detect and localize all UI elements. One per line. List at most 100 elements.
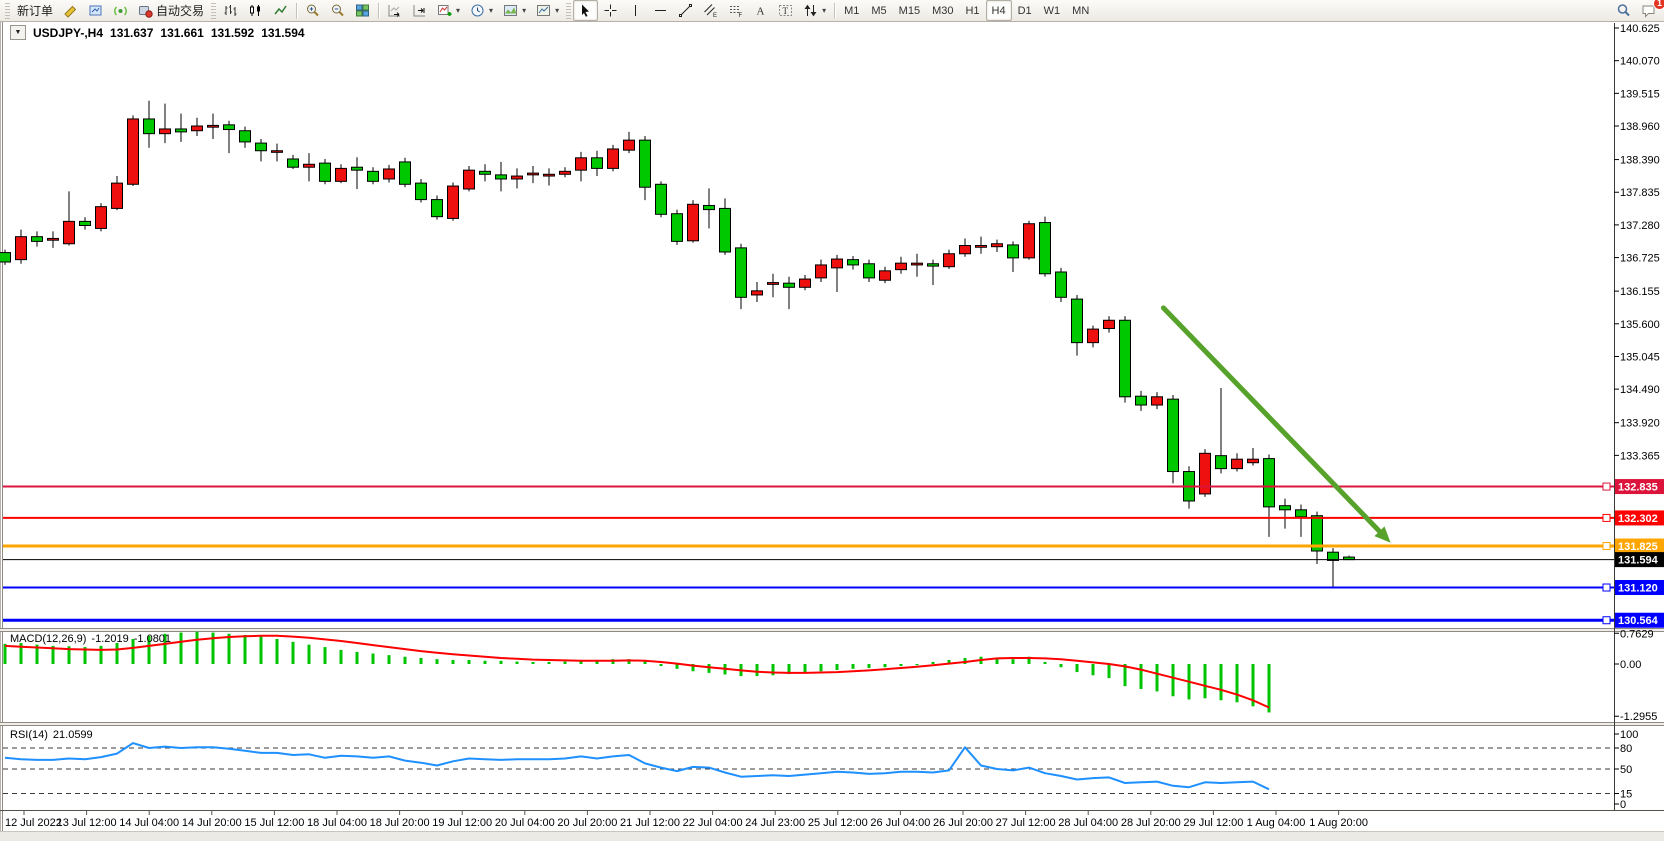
periods-button[interactable]: ▾ xyxy=(465,0,498,21)
hline-anchor[interactable] xyxy=(1603,514,1610,521)
candle xyxy=(176,129,187,132)
cursor-tool-button[interactable] xyxy=(573,0,598,21)
blue-chart-window-icon xyxy=(88,3,103,18)
text-label-icon: T xyxy=(778,3,793,18)
svg-text:18 Jul 04:00: 18 Jul 04:00 xyxy=(307,817,367,829)
rsi-name: RSI(14) xyxy=(10,729,48,741)
svg-text:137.280: 137.280 xyxy=(1620,220,1660,232)
candle xyxy=(512,176,523,179)
search-button[interactable] xyxy=(1611,0,1636,21)
cursor-arrow-icon xyxy=(578,3,593,18)
candle xyxy=(304,164,315,167)
vertical-line-tool-button[interactable] xyxy=(623,0,648,21)
candle xyxy=(352,167,363,170)
chart-shift-button[interactable] xyxy=(407,0,432,21)
chevron-down-icon: ▾ xyxy=(522,6,526,15)
vertical-line-icon xyxy=(628,3,643,18)
timeframe-m1-button[interactable]: M1 xyxy=(838,0,865,21)
notification-count-badge: 1 xyxy=(1653,0,1664,10)
svg-text:T: T xyxy=(783,6,789,16)
zoom-out-button[interactable] xyxy=(325,0,350,21)
horizontal-line-tool-button[interactable] xyxy=(648,0,673,21)
fibonacci-tool-button[interactable]: F xyxy=(723,0,748,21)
candle xyxy=(1072,299,1083,343)
hline-anchor[interactable] xyxy=(1603,617,1610,624)
trendline-tool-button[interactable] xyxy=(673,0,698,21)
candle xyxy=(224,125,235,130)
market-depth-button[interactable] xyxy=(83,0,108,21)
candle xyxy=(1056,272,1067,297)
candle xyxy=(144,119,155,134)
zoom-in-button[interactable] xyxy=(300,0,325,21)
svg-text:135.600: 135.600 xyxy=(1620,319,1660,331)
timeframe-h4-button[interactable]: H4 xyxy=(986,0,1012,21)
candle xyxy=(272,151,283,153)
equidistant-channel-tool-button[interactable]: E xyxy=(698,0,723,21)
candle xyxy=(1152,397,1163,405)
metaeditor-button[interactable] xyxy=(58,0,83,21)
candle xyxy=(1280,506,1291,510)
tile-windows-button[interactable] xyxy=(350,0,375,21)
timeframe-w1-button[interactable]: W1 xyxy=(1038,0,1067,21)
svg-text:20 Jul 04:00: 20 Jul 04:00 xyxy=(495,817,555,829)
notifications-button[interactable]: 1 xyxy=(1636,0,1661,21)
candle xyxy=(832,259,843,268)
line-chart-button[interactable] xyxy=(268,0,293,21)
clock-icon xyxy=(470,3,485,18)
crosshair-icon xyxy=(603,3,618,18)
template-picture-icon xyxy=(503,3,518,18)
text-tool-button[interactable]: A xyxy=(748,0,773,21)
hline-anchor[interactable] xyxy=(1603,543,1610,550)
templates-button[interactable]: ▾ xyxy=(498,0,531,21)
timeframe-m15-button[interactable]: M15 xyxy=(893,0,926,21)
arrows-tool-button[interactable]: ▾ xyxy=(798,0,831,21)
svg-text:27 Jul 12:00: 27 Jul 12:00 xyxy=(996,817,1056,829)
bar-chart-button[interactable] xyxy=(218,0,243,21)
timeframe-h1-button[interactable]: H1 xyxy=(959,0,985,21)
new-order-button[interactable]: 新订单 xyxy=(12,0,58,21)
hline-anchor[interactable] xyxy=(1603,584,1610,591)
toolbar-separator xyxy=(296,3,297,19)
chart-canvas[interactable]: 10080501500.76290.00-1.2955140.625140.07… xyxy=(0,0,1664,841)
candle xyxy=(928,264,939,266)
chevron-down-icon: ▾ xyxy=(822,6,826,15)
candle xyxy=(736,248,747,297)
candle xyxy=(336,168,347,181)
candle xyxy=(816,265,827,278)
one-click-trading-toggle[interactable]: ▼ xyxy=(10,25,26,40)
toolbar-grip xyxy=(566,3,571,19)
candlestick-chart-button[interactable] xyxy=(243,0,268,21)
candle xyxy=(80,221,91,225)
candle xyxy=(1296,510,1307,517)
profiles-button[interactable]: ▾ xyxy=(531,0,564,21)
open-value: 131.637 xyxy=(110,26,153,40)
candle xyxy=(560,171,571,174)
candle xyxy=(800,279,811,287)
svg-text:14 Jul 04:00: 14 Jul 04:00 xyxy=(119,817,179,829)
timeframe-m5-button[interactable]: M5 xyxy=(865,0,892,21)
auto-scroll-button[interactable] xyxy=(382,0,407,21)
search-icon xyxy=(1616,3,1631,18)
candle xyxy=(1232,459,1243,468)
signals-button[interactable] xyxy=(108,0,133,21)
auto-trading-button[interactable]: 自动交易 xyxy=(133,0,209,21)
svg-text:133.365: 133.365 xyxy=(1620,450,1660,462)
text-label-tool-button[interactable]: T xyxy=(773,0,798,21)
arrows-icon xyxy=(803,3,818,18)
candle xyxy=(1120,320,1131,397)
candle xyxy=(160,129,171,134)
timeframe-mn-button[interactable]: MN xyxy=(1066,0,1095,21)
indicators-button[interactable]: ▾ xyxy=(432,0,465,21)
symbol-period-label: USDJPY-,H4 xyxy=(33,26,103,40)
crosshair-tool-button[interactable] xyxy=(598,0,623,21)
timeframe-m30-button[interactable]: M30 xyxy=(926,0,959,21)
green-signal-icon xyxy=(113,3,128,18)
candle xyxy=(320,163,331,181)
timeframe-d1-button[interactable]: D1 xyxy=(1012,0,1038,21)
toolbar-grip xyxy=(211,3,216,19)
candle xyxy=(1008,245,1019,258)
candle xyxy=(1168,399,1179,471)
hline-anchor[interactable] xyxy=(1603,483,1610,490)
candle xyxy=(656,184,667,214)
candle xyxy=(896,263,907,269)
